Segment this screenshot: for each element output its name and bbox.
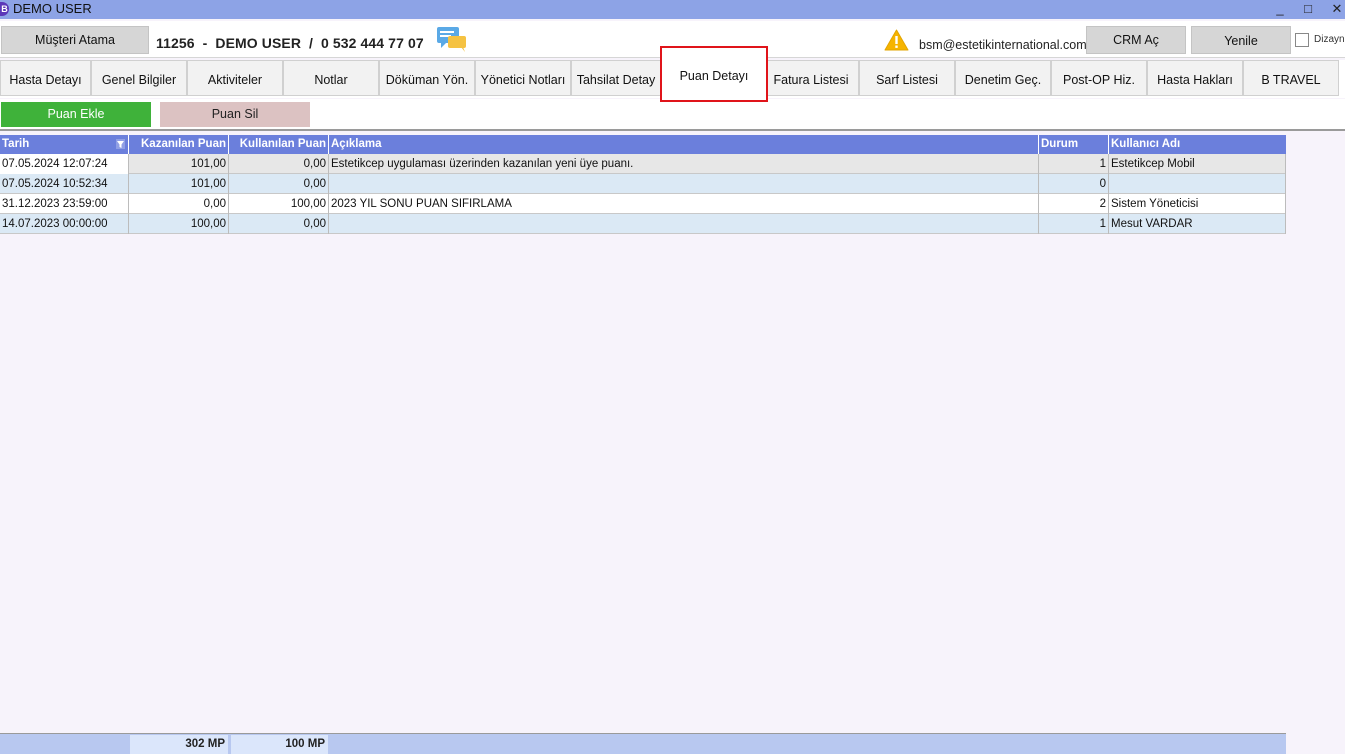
cell-aciklama: Estetikcep uygulaması üzerinden kazanıla… [329,154,1039,174]
tab-hasta-detayi[interactable]: Hasta Detayı [0,60,91,96]
tab-notlar[interactable]: Notlar [283,60,379,96]
cell-aciklama [329,174,1039,194]
cell-kazanilan-puan: 0,00 [129,194,229,214]
cell-kullanici-adi [1109,174,1286,194]
table-header: Tarih Kazanılan Puan Kullanılan Puan Açı… [0,135,1286,154]
tab-tahsilat-detay[interactable]: Tahsilat Detay [571,60,661,96]
column-header-durum[interactable]: Durum [1039,135,1109,154]
add-points-button[interactable]: Puan Ekle [1,102,151,127]
table-row[interactable]: 14.07.2023 00:00:00 100,00 0,00 1 Mesut … [0,214,1286,234]
chat-icon[interactable] [437,27,467,53]
tab-aktiviteler[interactable]: Aktiviteler [187,60,283,96]
column-header-tarih-label: Tarih [2,138,30,150]
crm-open-button[interactable]: CRM Aç [1086,26,1186,54]
tab-dokuman-yon[interactable]: Döküman Yön. [379,60,475,96]
cell-aciklama: 2023 YIL SONU PUAN SIFIRLAMA [329,194,1039,214]
design-checkbox-label: Dizayn [1314,34,1345,45]
column-header-kullanilan-puan[interactable]: Kullanılan Puan [229,135,329,154]
tab-strip: Hasta Detayı Genel Bilgiler Aktiviteler … [0,46,1345,102]
column-header-kullanici-adi[interactable]: Kullanıcı Adı [1109,135,1286,154]
tab-b-travel[interactable]: B TRAVEL [1243,60,1339,96]
cell-durum: 1 [1039,214,1109,234]
tab-yonetici-notlari[interactable]: Yönetici Notları [475,60,571,96]
cell-kullanilan-puan: 0,00 [229,174,329,194]
tab-hasta-haklari[interactable]: Hasta Hakları [1147,60,1243,96]
delete-points-button[interactable]: Puan Sil [160,102,310,127]
warning-icon [884,29,909,51]
cell-durum: 1 [1039,154,1109,174]
cell-kullanici-adi: Mesut VARDAR [1109,214,1286,234]
tab-puan-detayi[interactable]: Puan Detayı [660,46,768,102]
table-row[interactable]: 07.05.2024 10:52:34 101,00 0,00 0 [0,174,1286,194]
points-table: Tarih Kazanılan Puan Kullanılan Puan Açı… [0,135,1286,234]
customer-assign-button[interactable]: Müşteri Atama [1,26,149,54]
totals-footer: 302 MP 100 MP [0,733,1286,754]
tab-fatura-listesi[interactable]: Fatura Listesi [763,60,859,96]
window-title: DEMO USER [13,1,92,16]
cell-kazanilan-puan: 101,00 [129,154,229,174]
cell-kullanici-adi: Estetikcep Mobil [1109,154,1286,174]
column-header-kazanilan-puan[interactable]: Kazanılan Puan [129,135,229,154]
patient-info: 11256 - DEMO USER / 0 532 444 77 07 [156,35,424,51]
design-checkbox[interactable] [1295,33,1309,47]
cell-kazanilan-puan: 100,00 [129,214,229,234]
cell-kullanilan-puan: 0,00 [229,214,329,234]
tab-genel-bilgiler[interactable]: Genel Bilgiler [91,60,187,96]
cell-kazanilan-puan: 101,00 [129,174,229,194]
table-row[interactable]: 31.12.2023 23:59:00 0,00 100,00 2023 YIL… [0,194,1286,214]
cell-tarih: 07.05.2024 12:07:24 [0,154,129,174]
table-row[interactable]: 07.05.2024 12:07:24 101,00 0,00 Estetikc… [0,154,1286,174]
tab-denetim-gec[interactable]: Denetim Geç. [955,60,1051,96]
action-bar: Puan Ekle Puan Sil [0,99,1345,131]
cell-durum: 2 [1039,194,1109,214]
minimize-button[interactable]: _ [1268,0,1292,19]
refresh-button[interactable]: Yenile [1191,26,1291,54]
total-used-points: 100 MP [231,735,328,754]
filter-icon[interactable] [116,139,125,149]
cell-durum: 0 [1039,174,1109,194]
cell-kullanilan-puan: 100,00 [229,194,329,214]
maximize-button[interactable]: □ [1296,0,1320,19]
app-icon: B [0,2,9,16]
close-button[interactable]: ✕ [1325,0,1345,19]
total-earned-points: 302 MP [130,735,228,754]
tab-puan-detayi-label: Puan Detayı [679,69,749,83]
column-header-aciklama[interactable]: Açıklama [329,135,1039,154]
cell-tarih: 31.12.2023 23:59:00 [0,194,129,214]
cell-tarih: 07.05.2024 10:52:34 [0,174,129,194]
tab-post-op-hiz[interactable]: Post-OP Hiz. [1051,60,1147,96]
column-header-tarih[interactable]: Tarih [0,135,129,154]
user-email: bsm@estetikinternational.com [919,38,1087,52]
cell-kullanilan-puan: 0,00 [229,154,329,174]
cell-aciklama [329,214,1039,234]
cell-kullanici-adi: Sistem Yöneticisi [1109,194,1286,214]
tab-sarf-listesi[interactable]: Sarf Listesi [859,60,955,96]
title-bar: B DEMO USER _ □ ✕ [0,0,1345,19]
cell-tarih: 14.07.2023 00:00:00 [0,214,129,234]
